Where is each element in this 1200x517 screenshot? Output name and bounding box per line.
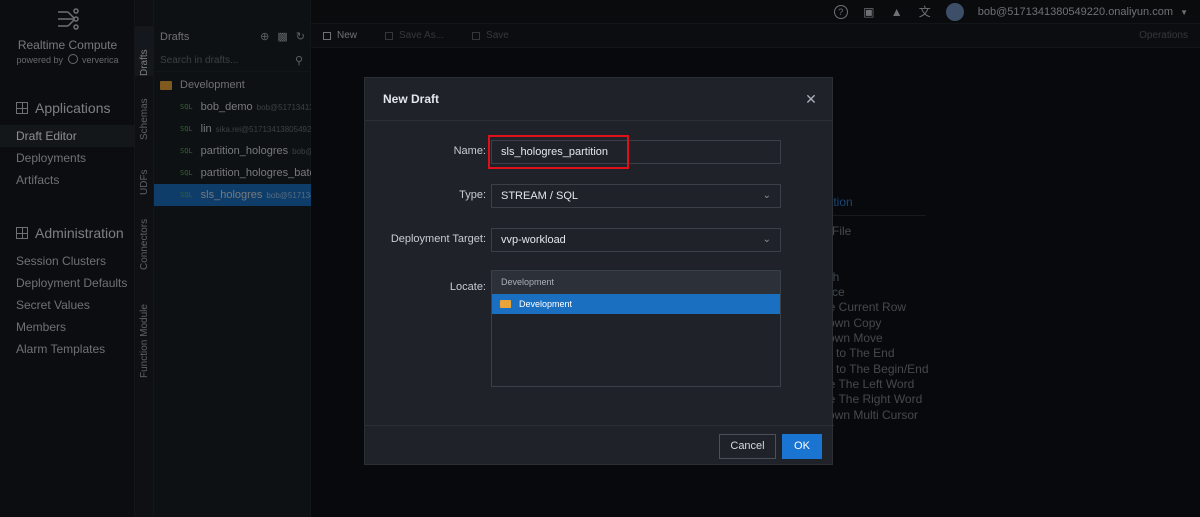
locate-tree[interactable]: Development Development (491, 270, 781, 387)
chevron-down-icon: ⌄ (762, 234, 771, 245)
close-icon[interactable]: ✕ (804, 92, 818, 106)
type-label: Type: (459, 189, 486, 201)
locate-item-label: Development (519, 299, 573, 309)
highlight-box (488, 135, 629, 169)
deployment-target-select[interactable]: vvp-workload ⌄ (491, 228, 781, 252)
name-label: Name: (453, 145, 486, 157)
chevron-down-icon: ⌄ (762, 190, 771, 201)
folder-icon (500, 300, 511, 308)
target-value: vvp-workload (501, 234, 566, 246)
dialog-footer: Cancel OK (365, 425, 834, 466)
type-row: Type: STREAM / SQL ⌄ (365, 184, 834, 208)
target-row: Deployment Target: vvp-workload ⌄ (365, 228, 834, 252)
locate-tree-header: Development (492, 271, 780, 294)
cancel-button[interactable]: Cancel (719, 434, 776, 459)
target-label: Deployment Target: (390, 233, 486, 245)
ok-button[interactable]: OK (782, 434, 822, 459)
type-select[interactable]: STREAM / SQL ⌄ (491, 184, 781, 208)
new-draft-dialog: New Draft ✕ Name: sls_hologres_partition… (364, 77, 834, 466)
name-row: Name: sls_hologres_partition (365, 135, 834, 169)
locate-tree-item-selected[interactable]: Development (492, 294, 780, 314)
type-value: STREAM / SQL (501, 190, 579, 202)
dialog-title: New Draft (365, 78, 832, 121)
locate-label: Locate: (449, 281, 486, 293)
app-root: Realtime Compute powered by ververica Ap… (0, 0, 1200, 517)
